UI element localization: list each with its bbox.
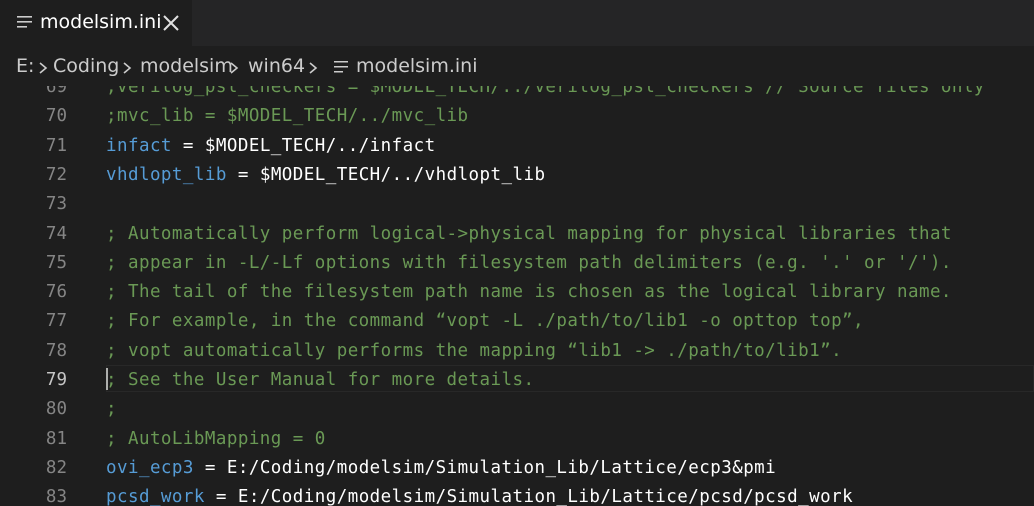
code-line[interactable]: 80; [0,395,1034,424]
line-number: 83 [45,487,67,506]
code-line[interactable]: 69 ;verilog_psl_checkers = $MODEL_TECH/..… [0,86,1034,102]
line-number: 69 [45,86,67,97]
code-line[interactable]: 81 ; AutoLibMapping = 0 [0,425,1034,454]
equals-sign: = [226,164,260,185]
setting-value: $MODEL_TECH/../infact [204,135,436,156]
comment-text: ; The tail of the filesystem path name i… [106,282,952,303]
code-line[interactable]: 74 ; Automatically perform logical->physi… [0,220,1034,249]
comment-text: ; See the User Manual for more details. [106,370,535,390]
lines-icon [334,61,348,73]
chevron-right-icon [230,62,239,74]
breadcrumb-item-modelsim[interactable]: modelsim [140,55,233,77]
chevron-right-icon [39,62,48,74]
code-editor[interactable]: 69 ;verilog_psl_checkers = $MODEL_TECH/..… [0,86,1034,506]
code-line[interactable]: 82 ovi_ecp3 = E:/Coding/modelsim/Simulati… [0,454,1034,483]
line-content: infact = $MODEL_TECH/../infact [106,132,436,161]
tab-label: modelsim.ini [40,11,162,33]
chevron-right-icon [123,62,132,74]
setting-value: E:/Coding/modelsim/Simulation_Lib/Lattic… [237,487,854,506]
code-line[interactable]: 71 infact = $MODEL_TECH/../infact [0,132,1034,161]
setting-key: infact [106,135,172,156]
setting-value: E:/Coding/modelsim/Simulation_Lib/Lattic… [226,457,777,478]
code-line[interactable]: 72 vhdlopt_lib = $MODEL_TECH/../vhdlopt_l… [0,161,1034,190]
code-line[interactable]: 83 pcsd_work = E:/Coding/modelsim/Simulat… [0,483,1034,506]
line-number: 74 [45,223,67,244]
setting-key: vhdlopt_lib [106,164,227,185]
line-content: ovi_ecp3 = E:/Coding/modelsim/Simulation… [106,454,776,483]
line-number: 80 [45,399,67,420]
line-content: ;verilog_psl_checkers = $MODEL_TECH/../v… [106,86,985,102]
setting-key: ovi_ecp3 [106,457,194,478]
line-content: vhdlopt_lib = $MODEL_TECH/../vhdlopt_lib [106,161,545,190]
line-number: 78 [45,340,67,361]
tab-bar: modelsim.ini [0,0,1034,46]
line-content: ; vopt automatically performs the mappin… [106,337,842,366]
line-content: ; See the User Manual for more details. [106,366,534,395]
comment-text: ; AutoLibMapping = 0 [106,428,326,449]
line-number: 82 [45,457,67,478]
chevron-right-icon [309,62,318,74]
line-content: ;mvc_lib = $MODEL_TECH/../mvc_lib [106,102,469,131]
line-content: ; AutoLibMapping = 0 [106,425,326,454]
line-content: ; For example, in the command “vopt -L .… [106,307,864,336]
tab-modelsim-ini[interactable]: modelsim.ini [0,0,192,46]
code-line[interactable]: 78 ; vopt automatically performs the mapp… [0,337,1034,366]
breadcrumb: E: Coding modelsim win64 modelsim.ini [0,46,1034,86]
close-icon[interactable] [160,12,182,34]
setting-key: pcsd_work [106,487,205,506]
comment-text: ; For example, in the command “vopt -L .… [106,311,865,332]
line-number: 77 [45,311,67,332]
comment-text: ; appear in -L/-Lf options with filesyst… [106,252,952,273]
setting-value: $MODEL_TECH/../vhdlopt_lib [259,164,546,185]
code-line[interactable]: 70 ;mvc_lib = $MODEL_TECH/../mvc_lib [0,102,1034,131]
code-line[interactable]: 79 ; See the User Manual for more details… [0,366,1034,395]
line-content: ; The tail of the filesystem path name i… [106,278,952,307]
equals-sign: = [204,487,238,506]
line-content: ; [106,395,117,424]
line-number: 72 [45,164,67,185]
line-number: 81 [45,428,67,449]
equals-sign: = [171,135,205,156]
code-line[interactable]: 77 ; For example, in the command “vopt -L… [0,307,1034,336]
line-content: ; appear in -L/-Lf options with filesyst… [106,249,952,278]
code-line[interactable]: 76 ; The tail of the filesystem path name… [0,278,1034,307]
line-number: 76 [45,282,67,303]
comment-text: ;mvc_lib = $MODEL_TECH/../mvc_lib [106,106,469,127]
line-number: 75 [45,252,67,273]
comment-text: ; Automatically perform logical->physica… [106,223,952,244]
comment-text: ; vopt automatically performs the mappin… [106,340,843,361]
breadcrumb-item-win64[interactable]: win64 [248,55,305,77]
equals-sign: = [193,457,227,478]
line-number: 79 [45,370,67,390]
line-number: 70 [45,106,67,127]
line-number: 71 [45,135,67,156]
line-number: 73 [45,194,67,215]
comment-text: ;verilog_psl_checkers = $MODEL_TECH/../v… [106,86,985,97]
breadcrumb-item-drive[interactable]: E: [16,55,34,77]
code-line[interactable]: 73 [0,190,1034,219]
line-content: ; Automatically perform logical->physica… [106,220,952,249]
line-content: pcsd_work = E:/Coding/modelsim/Simulatio… [106,483,853,506]
breadcrumb-item-file[interactable]: modelsim.ini [356,55,478,77]
breadcrumb-item-coding[interactable]: Coding [53,55,119,77]
code-line[interactable]: 75 ; appear in -L/-Lf options with filesy… [0,249,1034,278]
comment-text: ; [106,399,117,420]
lines-icon [17,16,32,28]
